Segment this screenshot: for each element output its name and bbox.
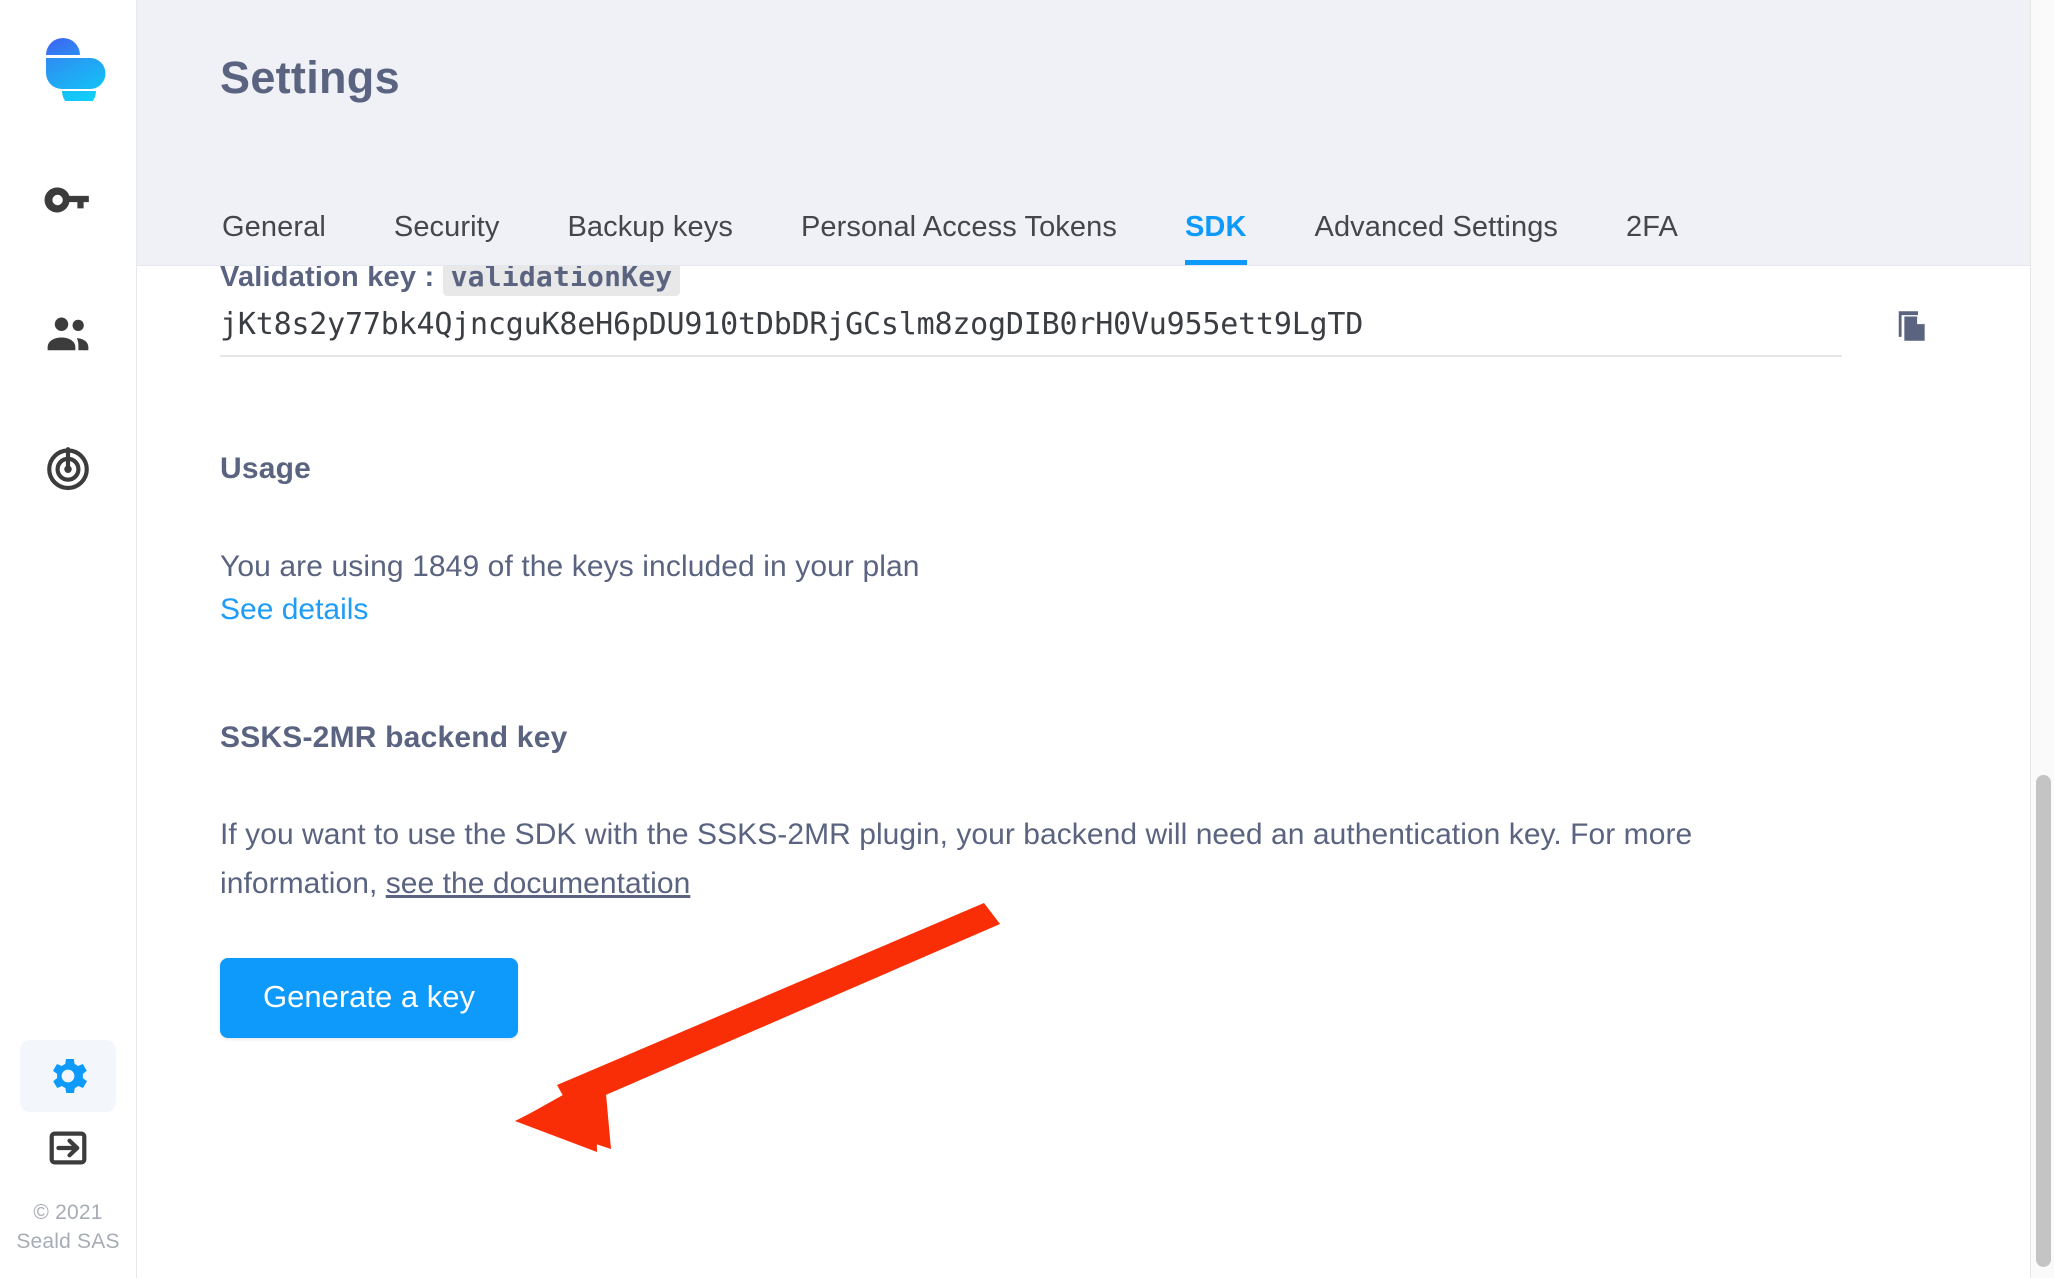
logout-icon — [49, 1131, 87, 1165]
copyright-company: Seald SAS — [16, 1230, 120, 1253]
vertical-scrollbar-thumb[interactable] — [2036, 775, 2051, 1267]
people-icon — [47, 317, 89, 351]
sidebar-item-settings[interactable] — [20, 1040, 116, 1112]
tab-sdk[interactable]: SDK — [1151, 211, 1281, 265]
validation-key-label: Validation key : validationKey — [220, 265, 1934, 296]
ssks-section: SSKS-2MR backend key If you want to use … — [220, 721, 1924, 1038]
sidebar-item-keys[interactable] — [20, 164, 116, 236]
validation-key-code-token: validationKey — [442, 266, 681, 296]
tab-security[interactable]: Security — [360, 211, 534, 265]
radar-icon — [47, 447, 89, 491]
sdk-panel-inner: Validation key : validationKey jKt8s2y77… — [137, 266, 2054, 1278]
sidebar-bottom: © 2021 Seald SAS — [0, 1040, 136, 1256]
ssks-paragraph: If you want to use the SDK with the SSKS… — [220, 810, 1810, 908]
sidebar-item-activity[interactable] — [20, 432, 116, 504]
sidebar-item-logout[interactable] — [20, 1112, 116, 1184]
tab-advanced-settings[interactable]: Advanced Settings — [1281, 211, 1593, 265]
validation-key-section: Validation key : validationKey jKt8s2y77… — [220, 265, 1934, 357]
vertical-scrollbar-track[interactable] — [2030, 0, 2054, 1278]
sidebar-item-users[interactable] — [20, 298, 116, 370]
ssks-heading: SSKS-2MR backend key — [220, 721, 568, 754]
app-logo[interactable] — [29, 24, 107, 102]
gear-icon — [53, 1059, 87, 1093]
seald-logo-icon — [46, 38, 106, 101]
sdk-panel: Validation key : validationKey jKt8s2y77… — [137, 265, 2054, 1278]
see-details-link[interactable]: See details — [220, 593, 368, 627]
validation-key-row: jKt8s2y77bk4QjncguK8eH6pDU910tDbDRjGCslm… — [220, 303, 1934, 357]
settings-tabs: General Security Backup keys Personal Ac… — [137, 156, 2054, 265]
tab-2fa[interactable]: 2FA — [1592, 211, 1712, 265]
usage-section: Usage You are using 1849 of the keys inc… — [220, 452, 920, 627]
sidebar-nav — [0, 164, 136, 504]
app-root: © 2021 Seald SAS Settings General Securi… — [0, 0, 2054, 1278]
validation-key-value[interactable]: jKt8s2y77bk4QjncguK8eH6pDU910tDbDRjGCslm… — [220, 307, 1842, 357]
usage-text: You are using 1849 of the keys included … — [220, 550, 920, 583]
key-icon — [44, 187, 89, 213]
copyright: © 2021 Seald SAS — [16, 1198, 119, 1256]
page-title: Settings — [220, 52, 400, 103]
copyright-year: © 2021 — [33, 1201, 103, 1224]
tab-backup-keys[interactable]: Backup keys — [533, 211, 767, 265]
copy-icon-glyph — [1898, 311, 1925, 341]
sidebar: © 2021 Seald SAS — [0, 0, 137, 1278]
validation-key-label-text: Validation key : — [220, 265, 443, 293]
tab-personal-access-tokens[interactable]: Personal Access Tokens — [767, 211, 1151, 265]
usage-heading: Usage — [220, 452, 312, 485]
generate-a-key-button[interactable]: Generate a key — [220, 958, 518, 1038]
tab-general[interactable]: General — [188, 211, 360, 265]
page-header: Settings — [137, 0, 2054, 156]
main-area: Settings General Security Backup keys Pe… — [137, 0, 2054, 1278]
documentation-link[interactable]: see the documentation — [386, 867, 691, 900]
copy-icon[interactable] — [1888, 303, 1934, 349]
